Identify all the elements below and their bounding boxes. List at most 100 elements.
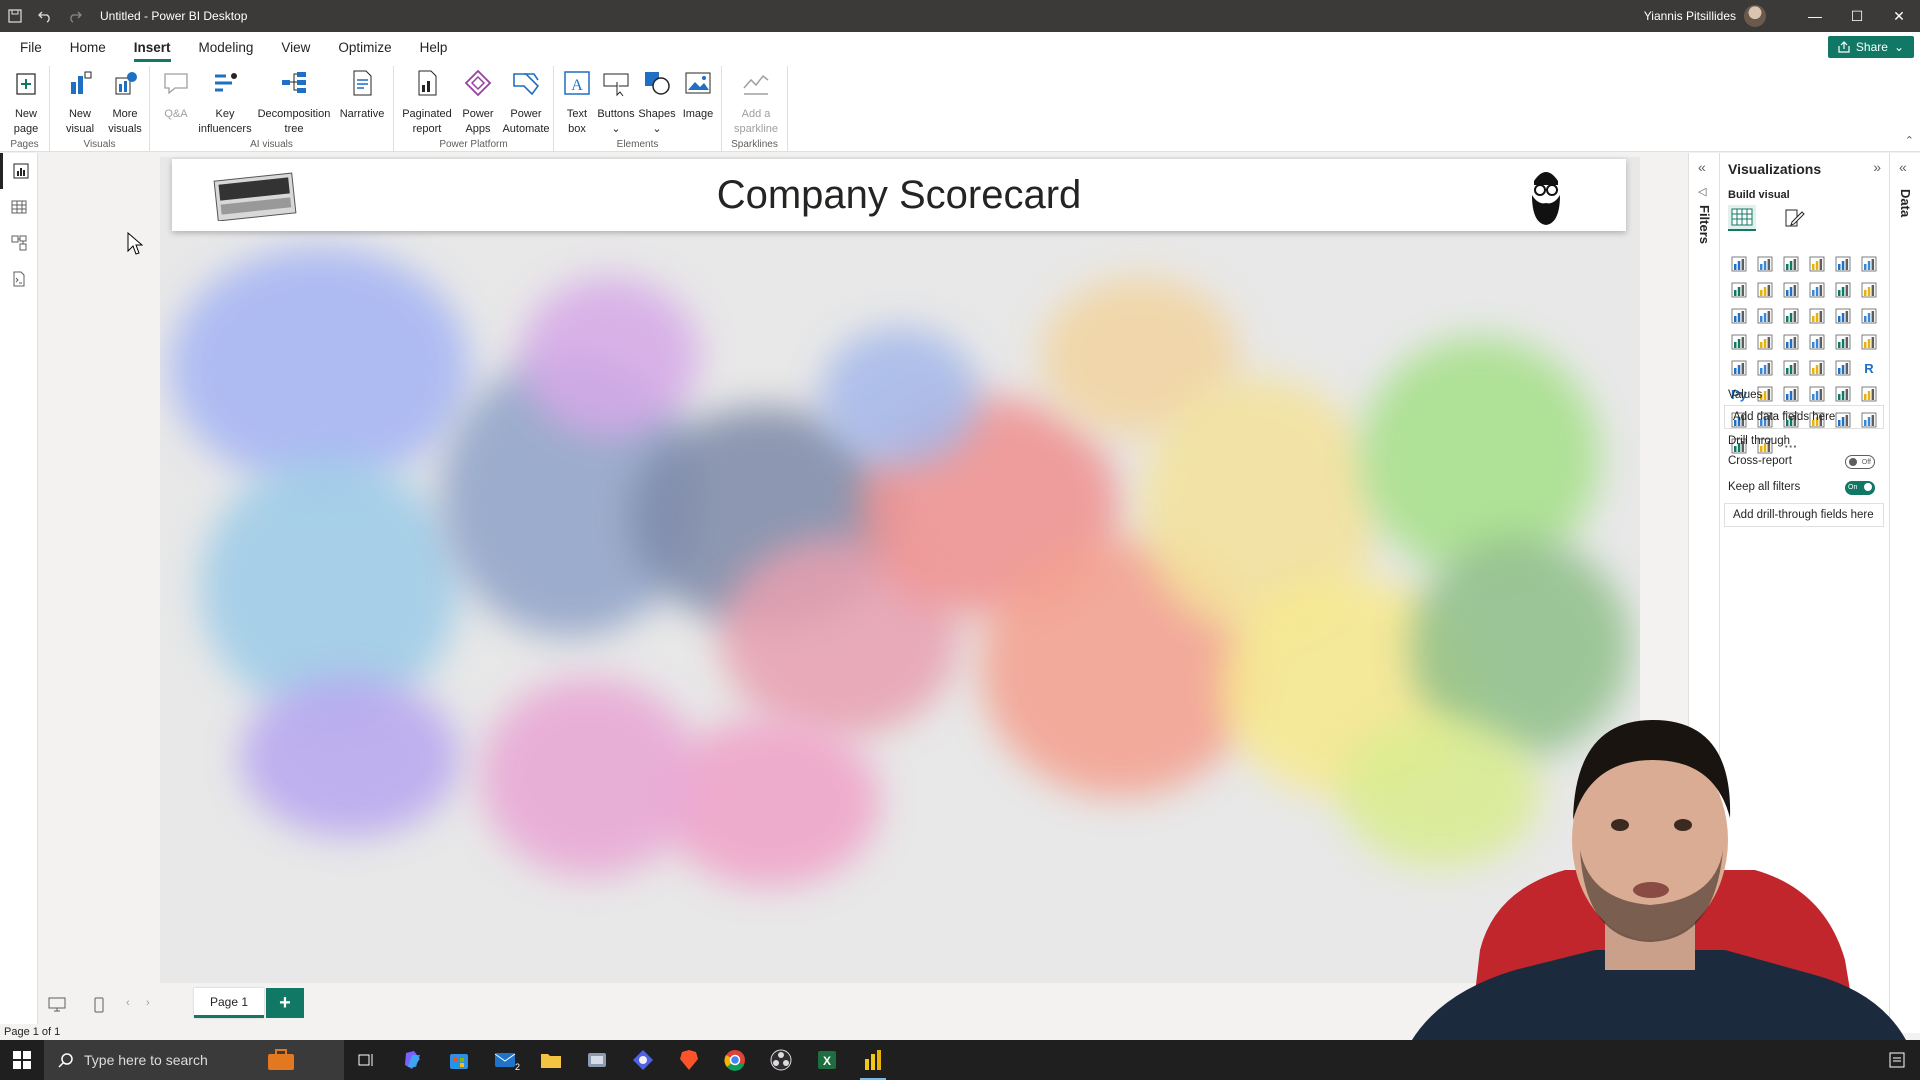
chrome-icon[interactable] bbox=[712, 1040, 758, 1080]
decomposition-tree-button[interactable]: Decomposition tree bbox=[256, 66, 332, 137]
text-box-button[interactable]: A Text box bbox=[560, 66, 594, 137]
decomposition-tree-icon[interactable] bbox=[1780, 383, 1802, 405]
tab-modeling[interactable]: Modeling bbox=[185, 40, 268, 62]
dax-query-icon[interactable] bbox=[0, 261, 38, 297]
windows-start-icon[interactable] bbox=[0, 1040, 44, 1080]
stacked-bar-chart-icon[interactable] bbox=[1728, 253, 1750, 275]
redo-icon[interactable] bbox=[60, 0, 90, 32]
expand-data-icon[interactable]: « bbox=[1899, 159, 1907, 175]
ribbon-chart-icon[interactable] bbox=[1728, 305, 1750, 327]
pie-chart-icon[interactable] bbox=[1832, 305, 1854, 327]
power-apps-button[interactable]: Power Apps bbox=[456, 66, 500, 137]
page-tab-1[interactable]: Page 1 bbox=[194, 988, 264, 1018]
matrix-icon[interactable] bbox=[1832, 357, 1854, 379]
brave-icon[interactable] bbox=[666, 1040, 712, 1080]
clustered-column-chart-icon[interactable] bbox=[1806, 253, 1828, 275]
r-visual-icon[interactable]: R bbox=[1858, 357, 1880, 379]
treemap-icon[interactable] bbox=[1728, 331, 1750, 353]
card-icon[interactable] bbox=[1858, 331, 1880, 353]
image-button[interactable]: Image bbox=[678, 66, 718, 122]
100-stacked-area-chart-icon[interactable] bbox=[1806, 279, 1828, 301]
100-stacked-column-chart-icon[interactable] bbox=[1858, 253, 1880, 275]
notifications-icon[interactable] bbox=[1874, 1040, 1920, 1080]
stacked-column-chart-icon[interactable] bbox=[1754, 253, 1776, 275]
multi-row-card-icon[interactable] bbox=[1728, 357, 1750, 379]
buttons-button[interactable]: Buttons ⌄ bbox=[596, 66, 636, 137]
undo-icon[interactable] bbox=[30, 0, 60, 32]
narrative-icon[interactable] bbox=[1832, 383, 1854, 405]
tab-home[interactable]: Home bbox=[56, 40, 120, 62]
new-visual-button[interactable]: New visual bbox=[58, 66, 102, 137]
stacked-area-chart-icon[interactable] bbox=[1780, 279, 1802, 301]
line-chart-icon[interactable] bbox=[1728, 279, 1750, 301]
area-chart-icon[interactable] bbox=[1754, 279, 1776, 301]
keep-all-filters-toggle[interactable]: On bbox=[1845, 481, 1875, 495]
scatter-chart-icon[interactable] bbox=[1806, 305, 1828, 327]
power-bi-icon[interactable] bbox=[850, 1040, 896, 1080]
format-visual-icon[interactable] bbox=[1780, 205, 1808, 231]
mobile-view-icon[interactable] bbox=[94, 997, 104, 1016]
desktop-view-icon[interactable] bbox=[48, 997, 66, 1016]
obs-icon[interactable] bbox=[758, 1040, 804, 1080]
gauge-icon[interactable] bbox=[1832, 331, 1854, 353]
tab-help[interactable]: Help bbox=[406, 40, 462, 62]
tab-file[interactable]: File bbox=[6, 40, 56, 62]
next-page-icon[interactable]: › bbox=[146, 997, 150, 1009]
table-view-icon[interactable] bbox=[0, 189, 38, 225]
metrics-icon[interactable] bbox=[1858, 383, 1880, 405]
qa-button[interactable]: Q&A bbox=[158, 66, 194, 122]
tab-insert[interactable]: Insert bbox=[120, 40, 185, 62]
new-page-button[interactable]: New page bbox=[6, 66, 46, 137]
copilot-icon[interactable] bbox=[390, 1040, 436, 1080]
drill-through-field-well[interactable]: Add drill-through fields here bbox=[1724, 503, 1884, 527]
slicer-icon[interactable] bbox=[1780, 357, 1802, 379]
paginated-report-button[interactable]: Paginated report bbox=[398, 66, 456, 137]
app-icon[interactable] bbox=[574, 1040, 620, 1080]
azure-map-icon[interactable] bbox=[1806, 331, 1828, 353]
expand-filters-icon[interactable]: « bbox=[1698, 159, 1706, 175]
add-page-button[interactable]: + bbox=[266, 988, 304, 1018]
line-and-stacked-column-chart-icon[interactable] bbox=[1832, 279, 1854, 301]
excel-icon[interactable]: X bbox=[804, 1040, 850, 1080]
build-visual-icon[interactable] bbox=[1728, 205, 1756, 231]
report-view-icon[interactable] bbox=[0, 153, 38, 189]
100-stacked-bar-chart-icon[interactable] bbox=[1832, 253, 1854, 275]
maximize-icon[interactable]: ☐ bbox=[1836, 0, 1878, 32]
key-influencers-button[interactable]: Key influencers bbox=[198, 66, 252, 137]
avatar[interactable] bbox=[1744, 5, 1766, 27]
cross-report-toggle[interactable]: Off bbox=[1845, 455, 1875, 469]
tab-optimize[interactable]: Optimize bbox=[324, 40, 405, 62]
prev-page-icon[interactable]: ‹ bbox=[126, 997, 130, 1009]
map-icon[interactable] bbox=[1754, 331, 1776, 353]
collapse-pane-icon[interactable]: » bbox=[1873, 159, 1881, 175]
tab-view[interactable]: View bbox=[267, 40, 324, 62]
shapes-button[interactable]: Shapes ⌄ bbox=[638, 66, 676, 137]
line-and-clustered-column-chart-icon[interactable] bbox=[1858, 279, 1880, 301]
qa-icon[interactable] bbox=[1806, 383, 1828, 405]
waterfall-chart-icon[interactable] bbox=[1754, 305, 1776, 327]
donut-chart-icon[interactable] bbox=[1858, 305, 1880, 327]
taskbar-search-input[interactable]: Type here to search bbox=[44, 1040, 344, 1080]
model-view-icon[interactable] bbox=[0, 225, 38, 261]
collapse-ribbon-icon[interactable]: ⌃ bbox=[1905, 134, 1914, 147]
values-field-well[interactable]: Add data fields here bbox=[1724, 405, 1884, 429]
store-icon[interactable] bbox=[436, 1040, 482, 1080]
narrative-button[interactable]: Narrative bbox=[334, 66, 390, 122]
minimize-icon[interactable]: — bbox=[1794, 0, 1836, 32]
file-explorer-icon[interactable] bbox=[528, 1040, 574, 1080]
close-icon[interactable]: ✕ bbox=[1878, 0, 1920, 32]
more-visuals-button[interactable]: More visuals bbox=[102, 66, 148, 137]
power-automate-button[interactable]: Power Automate bbox=[500, 66, 552, 137]
table-icon[interactable] bbox=[1806, 357, 1828, 379]
add-sparkline-button[interactable]: Add a sparkline bbox=[728, 66, 784, 137]
app-icon-2[interactable] bbox=[620, 1040, 666, 1080]
task-view-icon[interactable] bbox=[344, 1040, 390, 1080]
clustered-bar-chart-icon[interactable] bbox=[1780, 253, 1802, 275]
kpi-icon[interactable] bbox=[1754, 357, 1776, 379]
report-header-card[interactable]: Company Scorecard bbox=[172, 159, 1626, 231]
user-name[interactable]: Yiannis Pitsillides bbox=[1644, 9, 1736, 23]
save-icon[interactable] bbox=[0, 0, 30, 32]
share-button[interactable]: Share ⌄ bbox=[1827, 36, 1914, 58]
filled-map-icon[interactable] bbox=[1780, 331, 1802, 353]
funnel-chart-icon[interactable] bbox=[1780, 305, 1802, 327]
